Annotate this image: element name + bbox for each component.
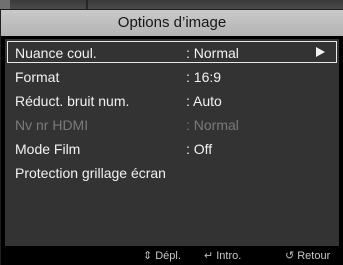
- menu-item-label: Nv nr HDMI: [15, 117, 89, 133]
- menu-item-hdmi-black-level: Nv nr HDMI : Normal: [5, 113, 339, 137]
- hint-enter-label: Intro.: [216, 250, 242, 262]
- top-bezel-lip: [0, 0, 10, 9]
- navigation-hints: ⇕ Dépl. ↵ Intro. ↺ Retour: [1, 247, 343, 265]
- menu-item-format[interactable]: Format : 16:9: [5, 65, 339, 89]
- menu-item-label: Nuance coul.: [15, 45, 97, 61]
- hint-return-label: Retour: [297, 250, 331, 262]
- menu-item-reduction-bruit[interactable]: Réduct. bruit num. : Auto: [5, 89, 339, 113]
- menu-item-protection-grillage[interactable]: Protection grillage écran: [5, 161, 339, 185]
- hint-return: ↺ Retour: [285, 247, 330, 265]
- options-menu: Nuance coul. : Normal Format : 16:9 Rédu…: [5, 39, 339, 246]
- enter-key-icon: ↵: [204, 250, 214, 262]
- hint-enter: ↵ Intro.: [204, 247, 241, 265]
- menu-item-nuance-couleur[interactable]: Nuance coul. : Normal: [7, 41, 337, 63]
- picture-options-window: Options d’image Nuance coul. : Normal Fo…: [1, 10, 343, 265]
- menu-item-label: Protection grillage écran: [15, 165, 166, 181]
- menu-item-value: : Normal: [186, 45, 239, 61]
- menu-item-label: Mode Film: [15, 141, 81, 157]
- menu-item-value: : Off: [186, 141, 213, 157]
- menu-item-value: : Normal: [186, 117, 239, 133]
- hint-move: ⇕ Dépl.: [143, 247, 181, 265]
- menu-item-label: Format: [15, 69, 60, 85]
- up-down-arrows-icon: ⇕: [143, 250, 153, 262]
- window-title: Options d’image: [1, 10, 343, 36]
- menu-item-value: : Auto: [186, 93, 222, 109]
- top-bezel: [0, 0, 343, 9]
- hint-move-label: Dépl.: [155, 250, 181, 262]
- menu-item-label: Réduct. bruit num.: [15, 93, 130, 109]
- menu-item-mode-film[interactable]: Mode Film : Off: [5, 137, 339, 161]
- menu-item-value: : 16:9: [186, 69, 222, 85]
- submenu-arrow-icon: [316, 47, 325, 57]
- return-arrow-icon: ↺: [285, 250, 295, 262]
- top-bezel-divider: [86, 0, 88, 9]
